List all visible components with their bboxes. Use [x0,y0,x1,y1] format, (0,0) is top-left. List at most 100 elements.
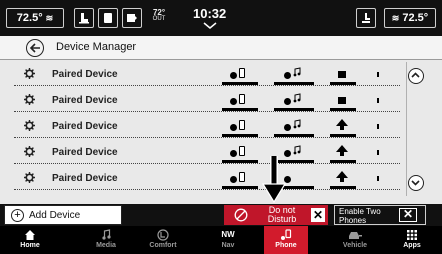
plus-icon: + [11,209,24,222]
chevron-up-icon [411,72,420,78]
device-row[interactable]: Paired Device [14,114,400,138]
scrollbar[interactable] [406,62,424,196]
compass-heading: NW [221,230,235,239]
phone-icon [239,172,245,182]
status-bar: 72.5° ≋ 72° OUT 10:32 ≋ 72.5° [0,0,442,36]
gear-icon[interactable] [24,68,35,79]
driver-seat-button[interactable] [74,8,94,28]
phone-icon [239,68,245,78]
device-row[interactable]: Paired Device [14,166,400,190]
outside-temp-label: OUT [152,16,166,22]
phone-icon [281,228,292,240]
nav-home-label: Home [20,242,40,249]
gear-icon[interactable] [24,172,35,183]
driver-temp-button[interactable]: 72.5° ≋ [6,8,64,28]
chevron-down-icon [411,180,420,186]
passenger-seat-button[interactable] [98,8,118,28]
signal-strength-icon [336,171,348,182]
enable-two-phones-label: Enable Two Phones [339,207,381,225]
no-entry-icon [234,208,248,222]
nav-apps[interactable]: Apps [392,226,432,254]
audio-connected-icon [284,98,291,105]
enable-two-phones-button[interactable]: Enable Two Phones ✕ [334,205,426,225]
divider [330,186,356,189]
back-arrow-icon [29,43,40,53]
add-device-label: Add Device [29,210,81,221]
device-row[interactable]: Paired Device [14,88,400,112]
scroll-up-button[interactable] [408,68,424,84]
divider [222,134,258,137]
clock: 10:32 [193,6,227,21]
divider [274,108,314,111]
heated-seat-icon: ≋ [45,13,54,23]
chevron-down-icon[interactable] [203,22,217,30]
nav-media[interactable]: Media [84,226,128,254]
callout-arrow-icon [262,156,286,204]
nav-phone[interactable]: Phone [264,226,308,254]
signal-icon [377,124,379,129]
divider [222,108,258,111]
music-note-icon [293,119,301,129]
device-name: Paired Device [52,69,118,80]
nav-home[interactable]: Home [10,226,50,254]
divider [330,82,356,85]
nav-comfort[interactable]: Comfort [140,226,186,254]
do-not-disturb-button[interactable]: Do not Disturb ✕ [224,205,328,225]
apps-grid-icon [407,229,417,240]
divider [330,134,356,137]
device-row[interactable]: Paired Device [14,62,400,86]
signal-strength-icon [336,145,348,156]
divider [222,160,258,163]
divider [330,160,356,163]
gear-icon[interactable] [24,94,35,105]
driver-temp-value: 72.5° [16,12,43,24]
battery-icon [338,71,346,78]
device-name: Paired Device [52,173,118,184]
rear-defrost-button[interactable] [122,8,142,28]
phone-connected-icon [230,72,237,79]
nav-navigation-label: Nav [221,242,235,249]
outside-temp: 72° OUT [150,9,168,23]
audio-connected-icon [284,124,291,131]
signal-icon [377,72,379,77]
nav-vehicle[interactable]: Vehicle [332,226,378,254]
do-not-disturb-toggle[interactable]: ✕ [311,208,325,222]
scroll-down-button[interactable] [408,175,424,191]
comfort-icon [157,228,169,241]
back-button[interactable] [26,39,44,57]
do-not-disturb-label: Do not Disturb [267,205,297,224]
outside-temp-value: 72° [152,8,166,17]
phone-connected-icon [230,124,237,131]
divider [222,82,258,85]
car-icon [349,231,362,239]
add-device-button[interactable]: + Add Device [4,205,122,225]
passenger-temp-button[interactable]: ≋ 72.5° [384,8,436,28]
battery-icon [338,97,346,104]
title-bar: Device Manager [0,36,442,60]
signal-strength-icon [336,119,348,130]
phone-connected-icon [230,176,237,183]
phone-icon [239,120,245,130]
uconnect-screen: 72.5° ≋ 72° OUT 10:32 ≋ 72.5° Device Man… [0,0,442,254]
device-name: Paired Device [52,147,118,158]
driver-seat-icon [79,13,89,24]
fan-button[interactable] [356,8,376,28]
phone-connected-icon [230,98,237,105]
bottom-nav: Home Media Comfort NW Nav Phone Vehicle … [0,226,442,254]
device-name: Paired Device [52,95,118,106]
music-note-icon [293,67,301,77]
device-name: Paired Device [52,121,118,132]
enable-two-phones-toggle[interactable]: ✕ [399,208,417,222]
device-row[interactable]: Paired Device [14,140,400,164]
nav-navigation[interactable]: NW Nav [208,226,248,254]
home-icon [25,229,35,240]
divider [274,134,314,137]
fan-icon [362,13,370,23]
signal-icon [377,150,379,155]
gear-icon[interactable] [24,146,35,157]
rear-defrost-icon [127,14,137,22]
nav-media-label: Media [96,242,116,249]
divider [222,186,258,189]
device-list: Paired Device Paired Device Paired Devic… [14,62,424,196]
gear-icon[interactable] [24,120,35,131]
